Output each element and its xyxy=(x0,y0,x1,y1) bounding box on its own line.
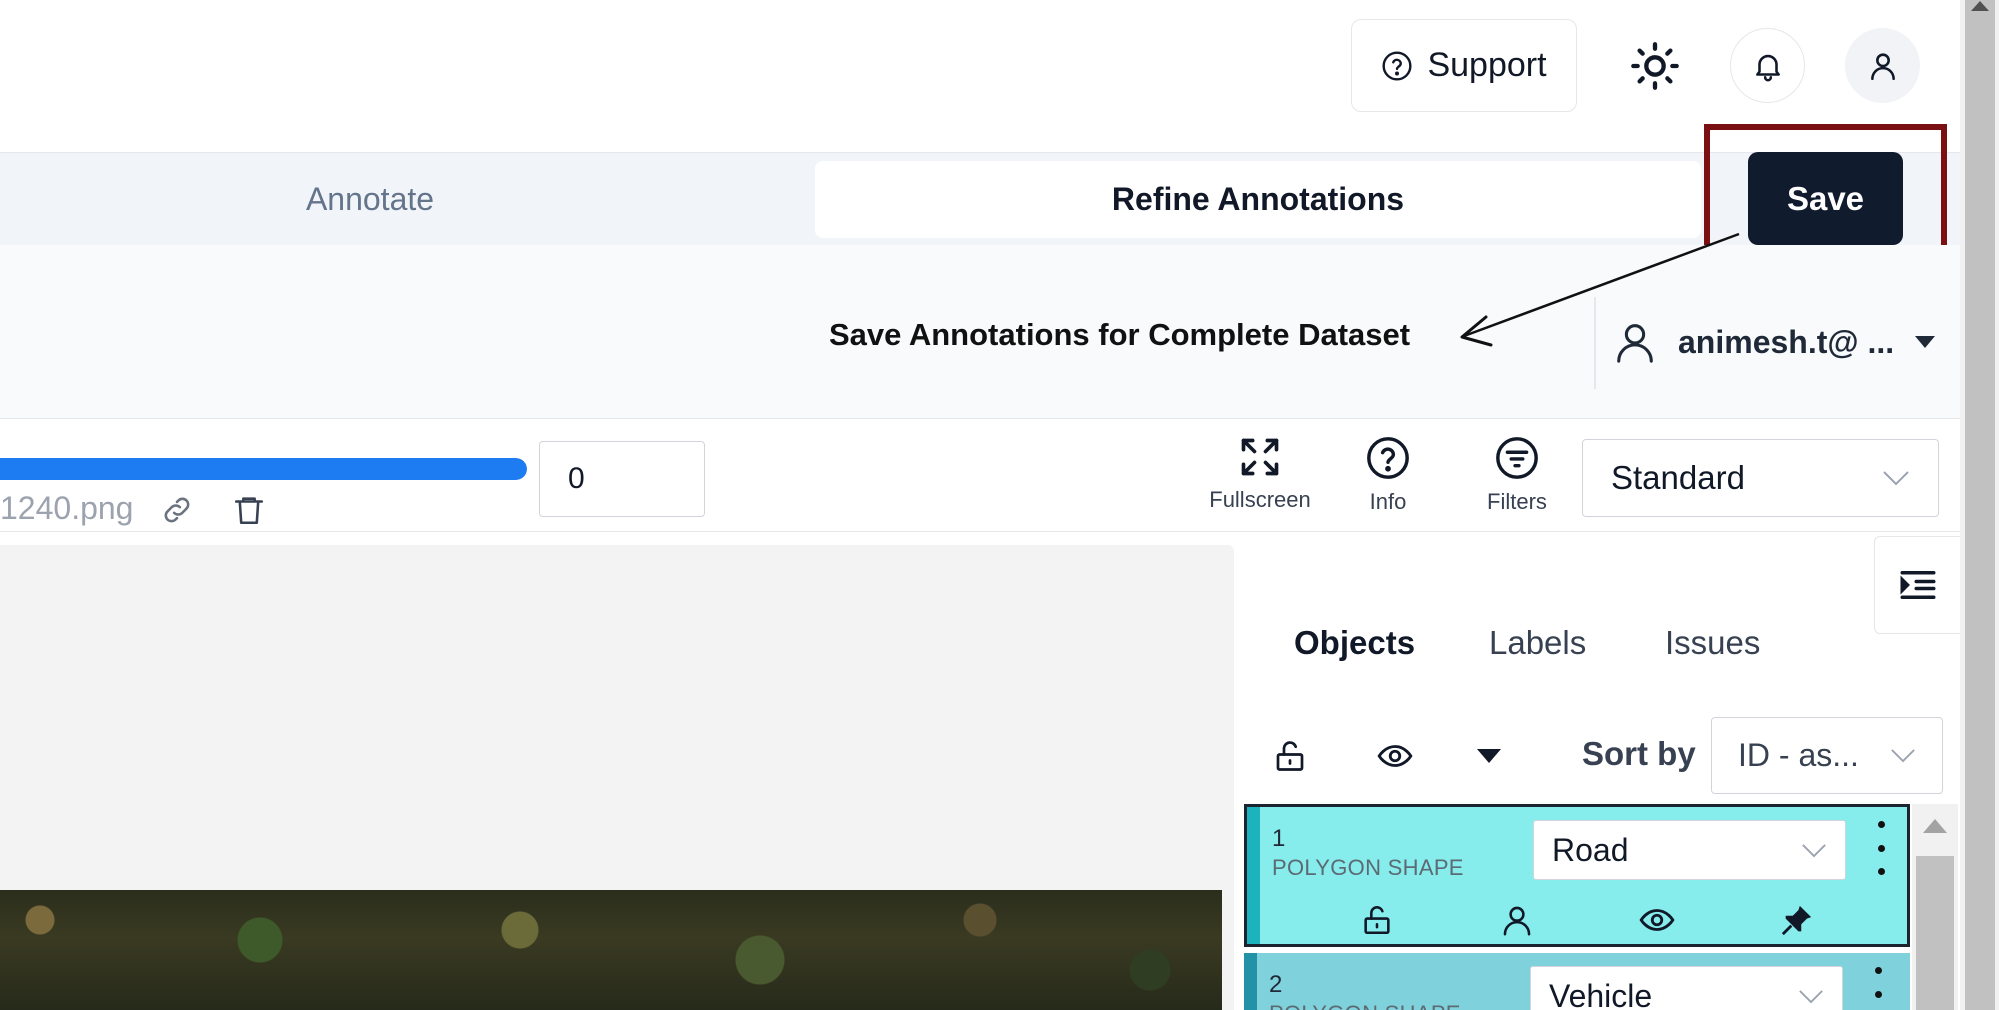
object-list-scroll-thumb[interactable] xyxy=(1916,856,1954,1010)
theme-toggle-button[interactable] xyxy=(1617,28,1692,103)
object-id: 2 xyxy=(1269,971,1283,998)
view-mode-value: Standard xyxy=(1611,459,1745,496)
sort-select[interactable]: ID - as... xyxy=(1711,717,1943,794)
caret-down-icon xyxy=(1476,748,1502,764)
support-label: Support xyxy=(1427,46,1547,84)
filters-label: Filters xyxy=(1487,489,1547,514)
caret-down-icon xyxy=(1914,334,1936,350)
fullscreen-label: Fullscreen xyxy=(1209,487,1311,512)
object-label-select[interactable]: Road xyxy=(1533,820,1846,880)
object-type: POLYGON SHAPE xyxy=(1272,855,1464,880)
page-scroll-thumb[interactable] xyxy=(1965,0,1995,1010)
unlock-icon xyxy=(1272,738,1308,774)
info-label: Info xyxy=(1369,489,1407,514)
fullscreen-button[interactable]: Fullscreen xyxy=(1208,435,1312,513)
info-button[interactable]: Info xyxy=(1338,435,1438,515)
sort-value: ID - as... xyxy=(1738,737,1859,773)
sort-by-label: Sort by xyxy=(1582,735,1696,772)
user-bar-divider xyxy=(1594,297,1596,389)
object-color-stripe xyxy=(1247,807,1260,944)
bell-icon xyxy=(1751,49,1785,83)
fullscreen-icon xyxy=(1238,435,1282,479)
tab-annotate[interactable]: Annotate xyxy=(0,160,740,238)
profile-button[interactable] xyxy=(1845,28,1920,103)
frame-index-input[interactable] xyxy=(539,441,705,517)
notifications-button[interactable] xyxy=(1730,28,1805,103)
chevron-down-icon xyxy=(1890,748,1916,763)
more-vertical-icon xyxy=(1877,821,1885,828)
object-actions xyxy=(1357,900,1817,940)
support-button[interactable]: Support xyxy=(1351,19,1577,112)
object-label-select[interactable]: Vehicle xyxy=(1530,966,1843,1010)
tab-labels[interactable]: Labels xyxy=(1489,614,1586,672)
panel-collapse-button[interactable] xyxy=(1874,536,1960,634)
scroll-up-arrow-icon[interactable] xyxy=(1970,0,1990,12)
object-id: 1 xyxy=(1272,825,1286,852)
toggle-visibility-all-button[interactable] xyxy=(1372,733,1418,779)
chevron-down-icon xyxy=(1798,989,1824,1004)
tab-issues[interactable]: Issues xyxy=(1665,614,1760,672)
eye-icon xyxy=(1376,737,1414,775)
object-user-icon[interactable] xyxy=(1497,900,1537,940)
object-label-value: Vehicle xyxy=(1549,977,1653,1010)
indent-icon xyxy=(1897,564,1939,606)
scroll-up-arrow-icon[interactable] xyxy=(1922,818,1948,834)
trash-icon xyxy=(232,493,266,527)
object-pin-icon[interactable] xyxy=(1777,900,1817,940)
info-question-icon xyxy=(1365,435,1411,481)
expand-all-button[interactable] xyxy=(1466,733,1512,779)
image-filename: 1240.png xyxy=(0,490,134,526)
copy-link-button[interactable] xyxy=(160,493,194,527)
filter-icon xyxy=(1494,435,1540,481)
object-card[interactable]: 2 POLYGON SHAPE Vehicle xyxy=(1244,953,1910,1010)
object-more-menu[interactable] xyxy=(1869,821,1893,875)
progress-fill xyxy=(0,458,527,480)
user-icon xyxy=(1866,49,1900,83)
link-icon xyxy=(160,493,194,527)
object-lock-icon[interactable] xyxy=(1357,900,1397,940)
lock-all-button[interactable] xyxy=(1267,733,1313,779)
account-menu[interactable]: animesh.t@ ... xyxy=(1612,312,1936,372)
save-callout-text: Save Annotations for Complete Dataset xyxy=(829,317,1411,352)
chevron-down-icon xyxy=(1882,470,1910,486)
object-type: POLYGON SHAPE xyxy=(1269,1001,1461,1010)
account-email: animesh.t@ ... xyxy=(1678,323,1895,360)
dataset-image[interactable] xyxy=(0,890,1222,1010)
sun-icon xyxy=(1629,40,1681,92)
view-mode-select[interactable]: Standard xyxy=(1582,439,1939,517)
object-card[interactable]: 1 POLYGON SHAPE Road xyxy=(1244,804,1910,947)
object-more-menu[interactable] xyxy=(1866,967,1890,1010)
filters-button[interactable]: Filters xyxy=(1466,435,1568,515)
chevron-down-icon xyxy=(1801,843,1827,858)
delete-image-button[interactable] xyxy=(232,493,266,527)
tab-refine-annotations[interactable]: Refine Annotations xyxy=(815,161,1701,238)
object-label-value: Road xyxy=(1552,831,1629,868)
account-user-icon xyxy=(1612,319,1658,365)
more-vertical-icon xyxy=(1874,967,1882,974)
dataset-progress-bar xyxy=(0,458,527,480)
object-eye-icon[interactable] xyxy=(1637,900,1677,940)
help-circle-icon xyxy=(1381,50,1413,82)
object-color-stripe xyxy=(1244,953,1257,1010)
tab-objects[interactable]: Objects xyxy=(1294,614,1415,672)
